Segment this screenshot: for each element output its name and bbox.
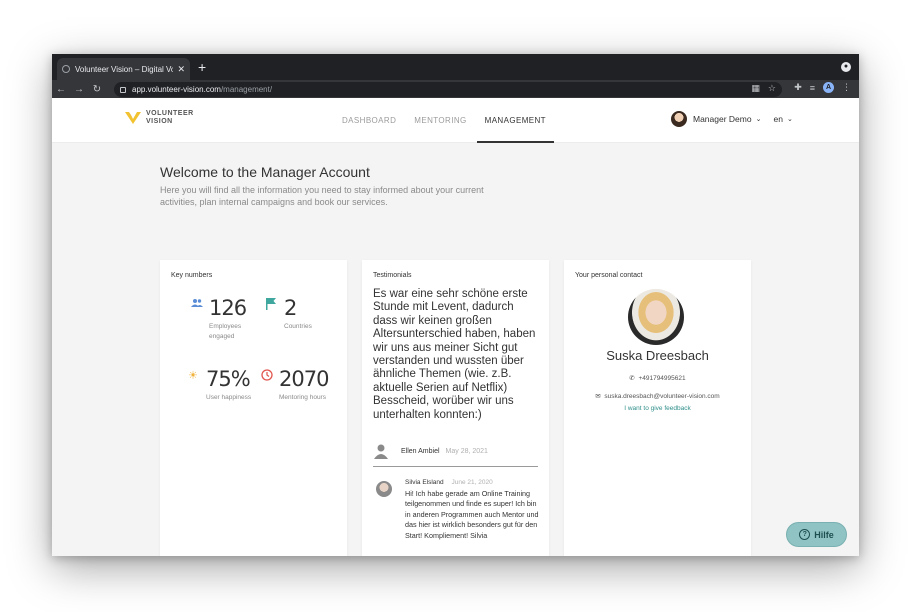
profile-avatar[interactable]: A [823,82,834,93]
help-button[interactable]: ? Hilfe [786,522,847,547]
back-arrow-icon[interactable]: ← [52,84,70,95]
testimonial-date: June 21, 2020 [451,479,493,486]
browser-window: Volunteer Vision – Digital Volun ✕ + ● ←… [52,54,859,556]
contact-name: Suska Dreesbach [606,348,709,363]
tab-bar: Volunteer Vision – Digital Volun ✕ + ● [52,54,859,80]
contact-email-row[interactable]: ✉ suska.dreesbach@volunteer-vision.com [564,392,751,400]
browser-tab[interactable]: Volunteer Vision – Digital Volun ✕ [57,58,190,80]
window-menu-icon[interactable]: ● [841,62,851,72]
card-title: Testimonials [373,272,412,279]
bookmark-star-icon[interactable]: ☆ [768,83,776,94]
extensions-puzzle-icon[interactable]: ✚ [794,82,802,93]
testimonial-author-row: Ellen Ambiel May 28, 2021 [373,443,488,459]
browser-toolbar: ← → ↻ app.volunteer-vision.com/managemen… [52,80,859,98]
page-backdrop: Volunteer Vision – Digital Volun ✕ + ● ←… [0,0,912,612]
question-icon: ? [799,529,811,540]
page-subtitle: Here you will find all the information y… [160,185,484,207]
kpi-label: User happiness [206,394,252,401]
more-menu-icon[interactable]: ⋮ [842,82,851,93]
testimonial-author: Silvia Elsland [405,479,444,486]
address-bar[interactable]: app.volunteer-vision.com/management/ ▦ ☆ [114,82,782,97]
help-label: Hilfe [814,529,834,540]
clock-icon [261,369,273,384]
new-tab-button[interactable]: + [198,58,206,76]
mail-icon: ✉ [595,393,601,400]
sun-icon: ☀ [188,370,198,382]
person-icon [374,444,388,459]
user-name: Manager Demo [693,114,752,124]
url-path: /management/ [220,85,273,94]
logo-text-line2: VISION [146,118,173,125]
testimonial-text: Es war eine sehr schöne erste Stunde mit… [373,288,536,421]
contact-email: suska.dreesbach@volunteer-vision.com [604,393,720,400]
contact-phone: +491794995621 [638,375,686,382]
favicon-icon [62,65,70,73]
kpi-value: 2070 [279,367,329,391]
reload-icon[interactable]: ↻ [88,84,106,95]
people-icon [191,298,203,311]
card-title: Your personal contact [575,272,643,279]
contact-photo [628,289,684,345]
app-header: VOLUNTEER VISION DASHBOARD MENTORING MAN… [52,98,859,143]
contact-phone-row[interactable]: ✆ +491794995621 [564,374,751,382]
main-navigation: DASHBOARD MENTORING MANAGEMENT [334,98,556,143]
reading-list-icon[interactable]: ≡ [810,83,815,93]
kpi-label: Employees engaged [209,323,242,340]
phone-icon: ✆ [629,375,635,382]
key-numbers-card: Key numbers 126 Employees engaged 2 Coun… [160,260,347,556]
divider [373,466,538,467]
kpi-label: Mentoring hours [279,394,326,401]
testimonial-author: Ellen Ambiel [401,447,440,455]
testimonials-card: Testimonials Es war eine sehr schöne ers… [362,260,549,556]
user-menu[interactable]: Manager Demo ⌄ en ⌄ [671,111,793,127]
user-avatar [671,111,687,127]
url-host: app.volunteer-vision.com [132,85,221,94]
kpi-value: 75% [206,367,251,391]
nav-tab-dashboard[interactable]: DASHBOARD [334,98,404,143]
logo-mark-icon [125,112,141,124]
welcome-section: Welcome to the Manager Account Here you … [160,164,520,208]
testimonial-text: Hi! Ich habe gerade am Online Training t… [405,489,539,540]
extension-area: ✚ ≡ A ⋮ [794,82,851,93]
language-selector[interactable]: en [773,114,782,124]
chevron-down-icon: ⌄ [755,116,762,123]
kpi-value: 2 [284,296,297,320]
close-tab-icon[interactable]: ✕ [177,64,185,75]
omnibox-actions: ▦ ☆ [751,83,776,94]
feedback-link[interactable]: I want to give feedback [564,405,751,412]
lock-icon [120,86,126,93]
nav-tab-mentoring[interactable]: MENTORING [406,98,474,143]
kpi-label: Countries [284,323,312,330]
flag-icon [266,298,276,313]
page-title: Welcome to the Manager Account [160,164,370,180]
kpi-value: 126 [209,296,247,320]
nav-tab-management[interactable]: MANAGEMENT [476,98,554,143]
logo-text-line1: VOLUNTEER [146,110,194,117]
volunteer-vision-logo[interactable]: VOLUNTEER VISION [124,109,194,127]
card-title: Key numbers [171,272,213,279]
testimonial-avatar [376,481,392,497]
language-chevron-icon: ⌄ [786,116,793,123]
qr-code-icon[interactable]: ▦ [751,83,760,94]
tab-title: Volunteer Vision – Digital Volun [75,64,174,74]
forward-arrow-icon[interactable]: → [70,84,88,95]
testimonial-date: May 28, 2021 [445,447,488,455]
personal-contact-card: Your personal contact Suska Dreesbach ✆ … [564,260,751,556]
testimonial-header: Silvia Elsland June 21, 2020 [405,479,493,486]
